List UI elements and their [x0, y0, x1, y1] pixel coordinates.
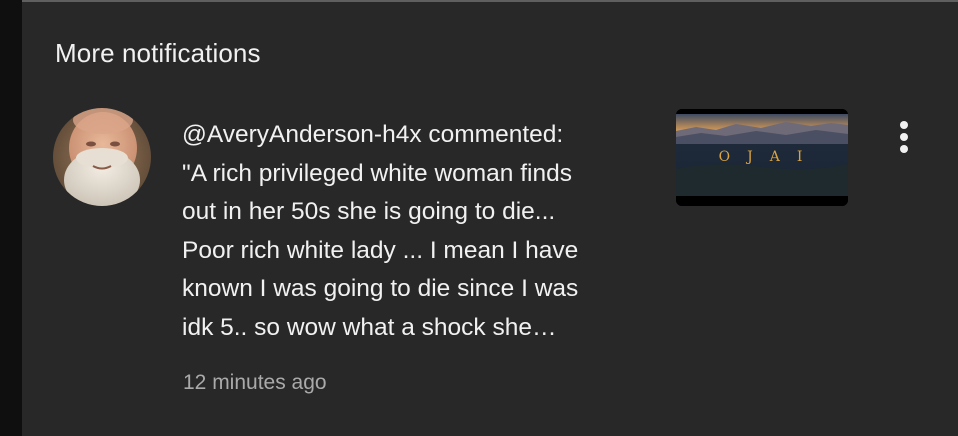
notifications-panel: More notifications @AveryAnderson-h4x co… — [22, 2, 958, 436]
comment-line: out in her 50s she is going to die... — [182, 198, 556, 225]
more-actions-button[interactable] — [888, 114, 920, 158]
comment-line: "A rich privileged white woman finds — [182, 159, 572, 187]
video-thumbnail[interactable]: OJAI — [676, 109, 848, 206]
thumbnail-title: OJAI — [718, 149, 820, 165]
comment-line: Poor rich white lady ... I mean I have — [182, 236, 579, 264]
left-edge-strip — [0, 0, 22, 436]
section-title: More notifications — [55, 38, 261, 68]
notification-timestamp: 12 minutes ago — [183, 371, 327, 394]
comment-line: idk 5.. so wow what a shock she… — [182, 313, 557, 341]
notification-text[interactable]: @AveryAnderson-h4x commented: "A rich pr… — [182, 116, 652, 347]
comment-line: @AveryAnderson-h4x commented: — [182, 121, 564, 148]
user-avatar[interactable] — [53, 108, 151, 206]
comment-line: known I was going to die since I was — [182, 275, 579, 302]
